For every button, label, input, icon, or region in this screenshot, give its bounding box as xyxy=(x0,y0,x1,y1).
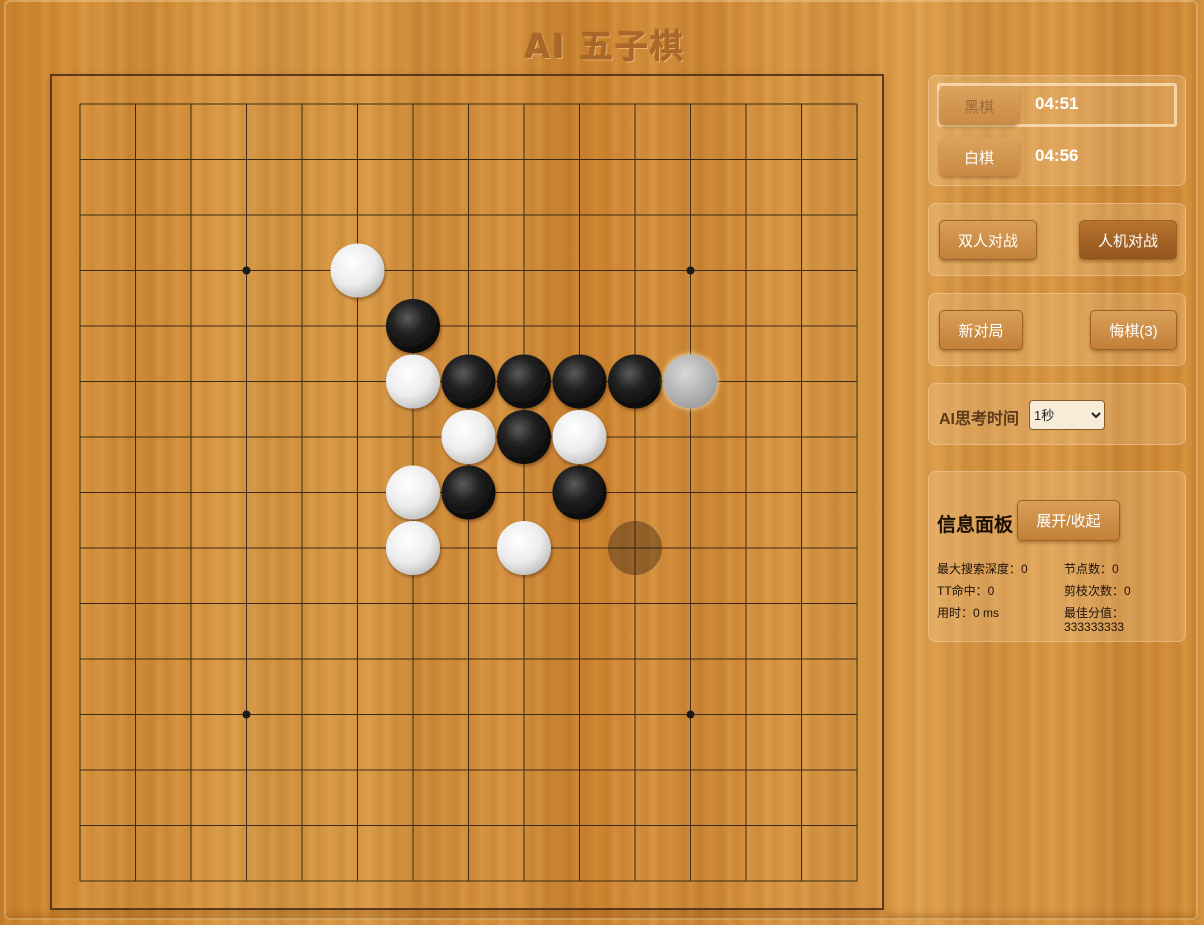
black-stone xyxy=(552,354,607,409)
black-player-label: 黑棋 xyxy=(939,87,1019,125)
tt-hits-stat: TT命中：0 xyxy=(937,584,995,598)
best-score-value: 333333333 xyxy=(1064,620,1125,634)
white-stone xyxy=(497,521,551,575)
prunes-stat: 剪枝次数：0 xyxy=(1064,584,1131,598)
white-stone xyxy=(386,521,440,575)
white-stone xyxy=(552,410,607,464)
title-area: AI 五子棋 xyxy=(500,20,710,66)
black-stone xyxy=(441,354,496,409)
black-stone xyxy=(441,465,496,520)
ai-time-select[interactable]: 1秒 xyxy=(1029,400,1105,430)
toggle-info-button[interactable]: 展开/收起 xyxy=(1017,500,1120,541)
time-used-stat: 用时：0 ms xyxy=(937,606,1000,620)
black-timer: 04:51 xyxy=(1035,94,1079,113)
nodes-stat: 节点数：0 xyxy=(1064,562,1119,576)
white-stone xyxy=(330,243,385,298)
black-stone xyxy=(497,354,551,409)
star-point xyxy=(242,266,251,275)
page-title: AI 五子棋 xyxy=(524,27,686,66)
ai-time-panel: AI思考时间 1秒 xyxy=(928,383,1186,445)
star-point xyxy=(686,266,695,275)
last-move-stone xyxy=(663,354,718,409)
board-grid[interactable] xyxy=(52,76,882,908)
hover-stone-preview xyxy=(608,521,662,575)
black-stone xyxy=(497,410,551,464)
white-stone xyxy=(386,354,440,409)
info-panel-title: 信息面板 xyxy=(937,515,1014,536)
black-stone xyxy=(386,299,440,353)
white-stone xyxy=(386,465,440,520)
ai-time-label: AI思考时间 xyxy=(939,411,1020,428)
star-point xyxy=(242,710,251,719)
mode-panel: 双人对战 人机对战 xyxy=(928,203,1186,276)
black-stone xyxy=(552,465,607,520)
star-point xyxy=(686,710,695,719)
undo-button[interactable]: 悔棋(3) xyxy=(1090,310,1177,350)
info-panel: 信息面板 展开/收起 最大搜索深度：0 节点数：0 TT命中：0 剪枝次数：0 … xyxy=(928,471,1186,642)
controls-panel: 新对局 悔棋(3) xyxy=(928,293,1186,366)
new-game-button[interactable]: 新对局 xyxy=(939,310,1023,350)
max-depth-stat: 最大搜索深度：0 xyxy=(937,562,1028,576)
pve-mode-button[interactable]: 人机对战 xyxy=(1079,220,1177,260)
white-stone xyxy=(441,410,496,464)
white-player-label: 白棋 xyxy=(939,138,1019,176)
best-score-label: 最佳分值： xyxy=(1064,606,1125,620)
player-panel: 黑棋 04:51 白棋 04:56 xyxy=(928,75,1186,186)
pvp-mode-button[interactable]: 双人对战 xyxy=(939,220,1037,260)
white-timer: 04:56 xyxy=(1035,146,1079,165)
game-board[interactable] xyxy=(50,74,884,910)
black-stone xyxy=(608,354,662,409)
